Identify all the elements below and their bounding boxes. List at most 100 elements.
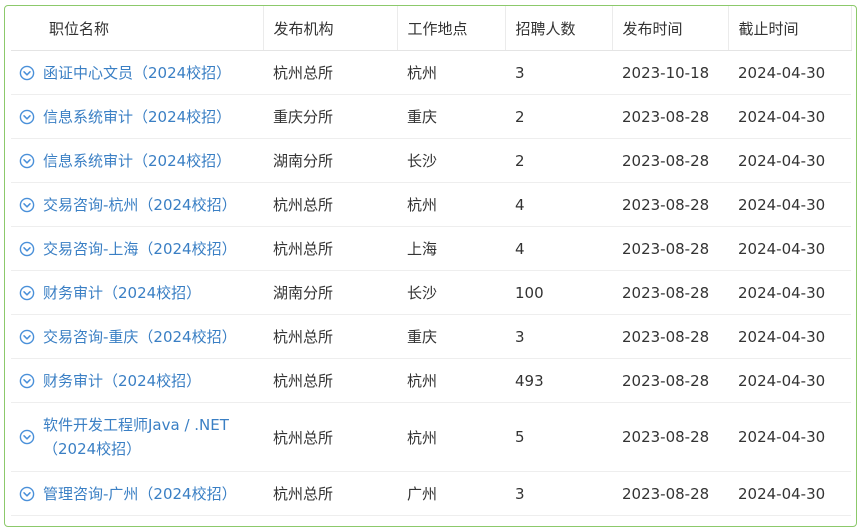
cell-location: 杭州: [397, 402, 505, 472]
cell-position-name: 软件开发工程师Java / .NET（2024校招）: [11, 402, 263, 472]
cell-organization: 湖南分所: [263, 138, 397, 183]
cell-deadline: 2024-04-30: [728, 471, 851, 516]
cell-publish-date: 2023-08-28: [612, 471, 728, 516]
table-row[interactable]: 交易咨询-上海（2024校招） 杭州总所 上海 4 2023-08-28 2024-04-…: [11, 226, 851, 271]
cell-deadline: 2024-04-30: [728, 226, 851, 271]
cell-headcount: 2: [505, 94, 612, 139]
table-row[interactable]: 软件开发工程师Java / .NET（2024校招） 杭州总所 杭州 5 2023-08…: [11, 402, 851, 472]
table-body: 函证中心文员（2024校招） 杭州总所 杭州 3 2023-10-18 2024-04-3…: [11, 50, 851, 516]
chevron-down-circle-icon[interactable]: [19, 109, 35, 125]
cell-deadline: 2024-04-30: [728, 50, 851, 95]
cell-organization: 杭州总所: [263, 182, 397, 227]
job-title-link[interactable]: 信息系统审计（2024校招）: [43, 149, 231, 173]
cell-organization: 湖南分所: [263, 270, 397, 315]
table-header-row: 职位名称 发布机构 工作地点 招聘人数 发布时间 截止时间: [11, 6, 852, 51]
cell-position-name: 财务审计（2024校招）: [11, 358, 263, 403]
cell-headcount: 5: [505, 402, 612, 472]
table-row[interactable]: 信息系统审计（2024校招） 重庆分所 重庆 2 2023-08-28 2024-04-3…: [11, 94, 851, 139]
table-row[interactable]: 管理咨询-广州（2024校招） 杭州总所 广州 3 2023-08-28 2024-04-…: [11, 471, 851, 516]
cell-location: 广州: [397, 471, 505, 516]
cell-location: 杭州: [397, 182, 505, 227]
cell-publish-date: 2023-10-18: [612, 50, 728, 95]
cell-publish-date: 2023-08-28: [612, 358, 728, 403]
header-organization: 发布机构: [263, 6, 398, 51]
cell-location: 重庆: [397, 314, 505, 359]
cell-location: 杭州: [397, 50, 505, 95]
cell-position-name: 函证中心文员（2024校招）: [11, 50, 263, 95]
chevron-down-circle-icon[interactable]: [19, 197, 35, 213]
cell-headcount: 2: [505, 138, 612, 183]
table-row[interactable]: 函证中心文员（2024校招） 杭州总所 杭州 3 2023-10-18 2024-04-3…: [11, 50, 851, 95]
chevron-down-circle-icon[interactable]: [19, 486, 35, 502]
job-title-link[interactable]: 交易咨询-上海（2024校招）: [43, 237, 237, 261]
table-row[interactable]: 交易咨询-杭州（2024校招） 杭州总所 杭州 4 2023-08-28 2024-04-…: [11, 182, 851, 227]
cell-organization: 杭州总所: [263, 358, 397, 403]
cell-location: 重庆: [397, 94, 505, 139]
cell-position-name: 信息系统审计（2024校招）: [11, 94, 263, 139]
cell-publish-date: 2023-08-28: [612, 138, 728, 183]
cell-headcount: 493: [505, 358, 612, 403]
cell-publish-date: 2023-08-28: [612, 94, 728, 139]
job-title-link[interactable]: 信息系统审计（2024校招）: [43, 105, 231, 129]
chevron-down-circle-icon[interactable]: [19, 329, 35, 345]
cell-organization: 重庆分所: [263, 94, 397, 139]
job-table: 职位名称 发布机构 工作地点 招聘人数 发布时间 截止时间 函证中心文员（202…: [11, 6, 852, 516]
chevron-down-circle-icon[interactable]: [19, 285, 35, 301]
table-row[interactable]: 交易咨询-重庆（2024校招） 杭州总所 重庆 3 2023-08-28 2024-04-…: [11, 314, 851, 359]
chevron-down-circle-icon[interactable]: [19, 373, 35, 389]
header-publish-date: 发布时间: [612, 6, 729, 51]
cell-organization: 杭州总所: [263, 402, 397, 472]
header-headcount: 招聘人数: [505, 6, 613, 51]
cell-organization: 杭州总所: [263, 471, 397, 516]
job-title-link[interactable]: 财务审计（2024校招）: [43, 369, 201, 393]
cell-organization: 杭州总所: [263, 226, 397, 271]
cell-publish-date: 2023-08-28: [612, 402, 728, 472]
chevron-down-circle-icon[interactable]: [19, 429, 35, 445]
cell-publish-date: 2023-08-28: [612, 226, 728, 271]
cell-deadline: 2024-04-30: [728, 358, 851, 403]
cell-deadline: 2024-04-30: [728, 94, 851, 139]
chevron-down-circle-icon[interactable]: [19, 65, 35, 81]
job-title-link[interactable]: 函证中心文员（2024校招）: [43, 61, 231, 85]
cell-publish-date: 2023-08-28: [612, 182, 728, 227]
cell-location: 长沙: [397, 270, 505, 315]
cell-organization: 杭州总所: [263, 314, 397, 359]
table-row[interactable]: 信息系统审计（2024校招） 湖南分所 长沙 2 2023-08-28 2024-04-3…: [11, 138, 851, 183]
header-position-name: 职位名称: [11, 6, 264, 51]
cell-headcount: 100: [505, 270, 612, 315]
cell-deadline: 2024-04-30: [728, 270, 851, 315]
cell-organization: 杭州总所: [263, 50, 397, 95]
job-title-link[interactable]: 软件开发工程师Java / .NET（2024校招）: [43, 413, 243, 461]
cell-location: 长沙: [397, 138, 505, 183]
job-title-link[interactable]: 交易咨询-重庆（2024校招）: [43, 325, 237, 349]
cell-deadline: 2024-04-30: [728, 182, 851, 227]
cell-position-name: 财务审计（2024校招）: [11, 270, 263, 315]
cell-position-name: 交易咨询-重庆（2024校招）: [11, 314, 263, 359]
cell-headcount: 3: [505, 471, 612, 516]
job-title-link[interactable]: 财务审计（2024校招）: [43, 281, 201, 305]
cell-location: 上海: [397, 226, 505, 271]
table-row[interactable]: 财务审计（2024校招） 杭州总所 杭州 493 2023-08-28 2024-04-3…: [11, 358, 851, 403]
cell-location: 杭州: [397, 358, 505, 403]
chevron-down-circle-icon[interactable]: [19, 241, 35, 257]
cell-position-name: 管理咨询-广州（2024校招）: [11, 471, 263, 516]
job-listings-panel: 职位名称 发布机构 工作地点 招聘人数 发布时间 截止时间 函证中心文员（202…: [4, 5, 857, 527]
table-row[interactable]: 财务审计（2024校招） 湖南分所 长沙 100 2023-08-28 2024-04-3…: [11, 270, 851, 315]
cell-headcount: 3: [505, 50, 612, 95]
cell-headcount: 4: [505, 226, 612, 271]
cell-headcount: 3: [505, 314, 612, 359]
cell-position-name: 交易咨询-上海（2024校招）: [11, 226, 263, 271]
header-location: 工作地点: [397, 6, 506, 51]
job-title-link[interactable]: 交易咨询-杭州（2024校招）: [43, 193, 237, 217]
cell-deadline: 2024-04-30: [728, 138, 851, 183]
cell-publish-date: 2023-08-28: [612, 270, 728, 315]
cell-publish-date: 2023-08-28: [612, 314, 728, 359]
chevron-down-circle-icon[interactable]: [19, 153, 35, 169]
cell-position-name: 交易咨询-杭州（2024校招）: [11, 182, 263, 227]
header-deadline: 截止时间: [728, 6, 852, 51]
cell-headcount: 4: [505, 182, 612, 227]
cell-deadline: 2024-04-30: [728, 402, 851, 472]
job-title-link[interactable]: 管理咨询-广州（2024校招）: [43, 482, 237, 506]
cell-position-name: 信息系统审计（2024校招）: [11, 138, 263, 183]
cell-deadline: 2024-04-30: [728, 314, 851, 359]
